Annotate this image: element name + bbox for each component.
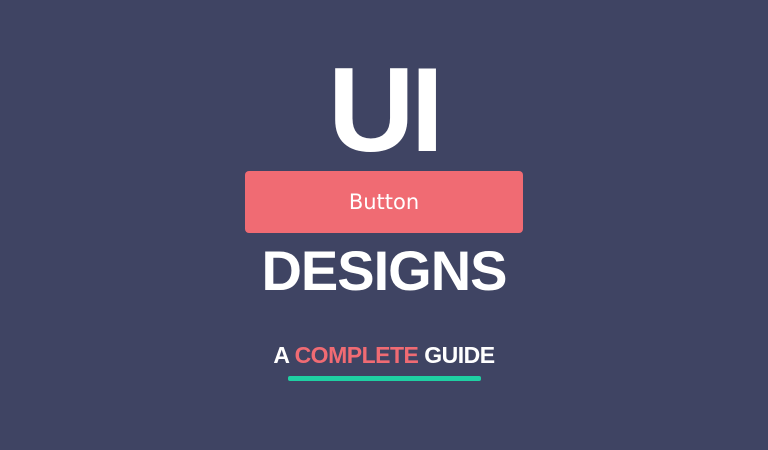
title-ui: UI bbox=[328, 43, 444, 177]
subtitle-part-guide: GUIDE bbox=[424, 342, 495, 368]
demo-button[interactable]: Button bbox=[245, 171, 523, 233]
title-designs: DESIGNS bbox=[261, 239, 507, 302]
subtitle-highlight: COMPLETE bbox=[294, 342, 419, 368]
hero-canvas: UI Button DESIGNS A COMPLETE GUIDE bbox=[0, 0, 768, 450]
subtitle: A COMPLETE GUIDE bbox=[0, 340, 768, 370]
subtitle-underline bbox=[288, 376, 481, 381]
subtitle-part-a: A bbox=[273, 342, 289, 368]
